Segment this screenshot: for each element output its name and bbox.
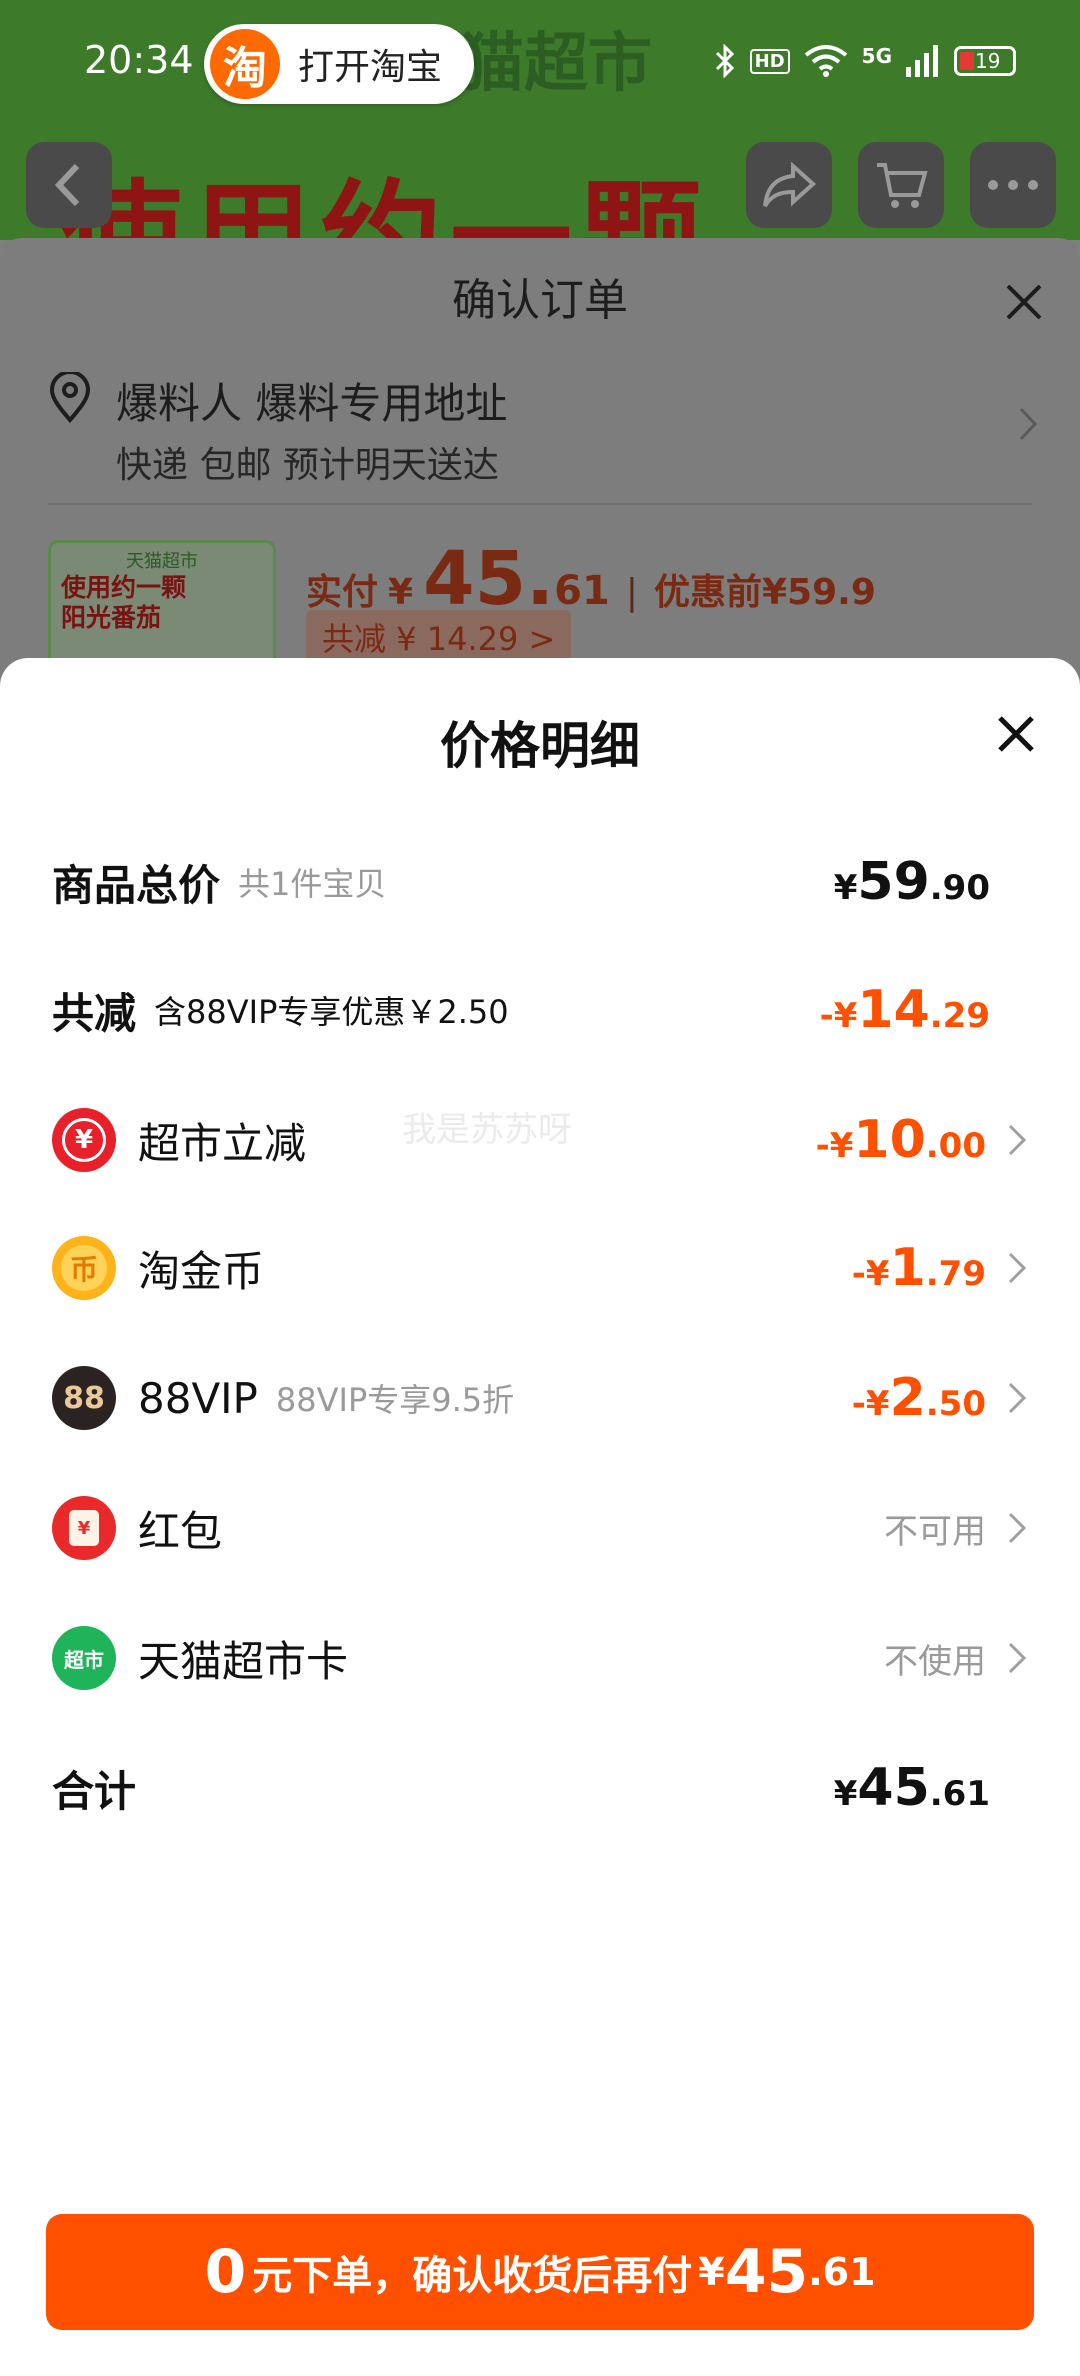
discount-tag[interactable]: 共减 ¥ 14.29 > — [306, 610, 572, 664]
battery-icon: 19 — [954, 46, 1016, 76]
row-red-packet[interactable]: ¥ 红包 不可用 — [52, 1488, 1028, 1568]
tmall-card-icon: 超市 — [52, 1626, 116, 1690]
cta-int: 45 — [724, 2237, 809, 2307]
row-tmall-card[interactable]: 超市 天猫超市卡 不使用 — [52, 1618, 1028, 1698]
confirm-order-sheet: 确认订单 爆料人 爆料专用地址 快递 包邮 预计明天送达 天猫超市 使用约一颗 … — [0, 238, 1080, 716]
row-label: 88VIP — [138, 1373, 258, 1423]
row-label: 商品总价 — [52, 860, 221, 910]
thumb-line-2: 阳光番茄 — [61, 603, 162, 632]
chevron-right-icon — [1008, 1124, 1027, 1156]
amount: ¥45.61 — [833, 1758, 990, 1818]
row-goods-total: 商品总价 共1件宝贝 ¥59.90 — [52, 842, 1028, 922]
battery-level: 19 — [975, 49, 1001, 73]
amount: -¥ 14.29 — [819, 980, 990, 1040]
price-detail-sheet: 价格明细 商品总价 共1件宝贝 ¥59.90 共减 含88VIP专享优惠￥2.5… — [0, 658, 1080, 2376]
open-taobao-label: 打开淘宝 — [298, 47, 443, 88]
signal-icon — [906, 45, 938, 77]
amount: -¥ 10.00 — [815, 1110, 986, 1170]
supermarket-discount-icon: ¥ — [52, 1108, 116, 1172]
red-packet-icon: ¥ — [52, 1496, 116, 1560]
chevron-right-icon — [1008, 1512, 1027, 1544]
pay-label: 实付 — [306, 572, 379, 613]
share-icon — [763, 162, 816, 208]
confirm-close-button[interactable] — [1004, 256, 1044, 336]
amount: -¥ 1.79 — [851, 1238, 986, 1298]
sheet-title: 价格明细 — [440, 717, 640, 775]
open-taobao-button[interactable]: 淘 打开淘宝 — [204, 24, 474, 104]
orig-amount: ¥59.9 — [762, 572, 876, 613]
row-sub: 共1件宝贝 — [238, 865, 387, 903]
status-time: 20:34 — [84, 38, 194, 82]
cta-text: 元下单，确认收货后再付 — [252, 2253, 693, 2299]
hd-badge: HD — [749, 48, 790, 74]
row-label: 合计 — [52, 1766, 137, 1816]
taobao-coin-icon: 币 — [52, 1236, 116, 1300]
cta-currency: ¥ — [698, 2250, 725, 2294]
cta-dec: .61 — [808, 2250, 876, 2294]
cart-button[interactable] — [858, 142, 944, 228]
thumb-line-1: 使用约一颗 — [61, 573, 187, 602]
taobao-logo-icon: 淘 — [210, 29, 280, 99]
delivery-info: 快递 包邮 预计明天送达 — [116, 445, 499, 486]
pay-amount-dec: 61 — [554, 568, 610, 614]
vip88-icon: 88 — [52, 1366, 116, 1430]
row-total-discount: 共减 含88VIP专享优惠￥2.50 -¥ 14.29 — [52, 970, 1028, 1050]
more-dots-icon — [988, 180, 1038, 190]
chevron-right-icon — [1008, 1382, 1027, 1414]
row-label: 共减 — [52, 988, 137, 1038]
address-name[interactable]: 爆料人 爆料专用地址 — [116, 370, 507, 431]
row-grand-total: 合计 ¥45.61 — [52, 1748, 1028, 1828]
amount: ¥59.90 — [833, 852, 990, 912]
pay-separator: | — [625, 572, 638, 613]
chevron-right-icon — [1008, 1642, 1027, 1674]
bluetooth-icon — [715, 44, 734, 78]
row-sub: 含88VIP专享优惠￥2.50 — [154, 993, 509, 1031]
address-chevron-icon — [1019, 407, 1038, 441]
share-button[interactable] — [746, 142, 832, 228]
watermark: 我是苏苏呀 — [402, 1110, 572, 1150]
status-text: 不使用 — [884, 1641, 986, 1682]
row-label: 淘金币 — [138, 1246, 265, 1296]
row-taobao-coin[interactable]: 币 淘金币 -¥ 1.79 — [52, 1228, 1028, 1308]
status-text: 不可用 — [884, 1511, 986, 1552]
back-arrow-icon — [54, 163, 80, 207]
row-sub: 88VIP专享9.5折 — [275, 1381, 515, 1419]
wifi-icon — [804, 45, 847, 77]
network-type: 5G — [861, 44, 892, 68]
row-88vip[interactable]: 88 88VIP 88VIP专享9.5折 -¥ 2.50 — [52, 1358, 1028, 1438]
confirm-order-title: 确认订单 — [452, 275, 628, 326]
pay-currency: ¥ — [388, 572, 414, 613]
close-icon — [1006, 284, 1042, 320]
row-label: 天猫超市卡 — [138, 1636, 349, 1686]
close-icon — [998, 716, 1034, 752]
divider — [48, 503, 1032, 505]
amount: -¥ 2.50 — [851, 1368, 986, 1428]
chevron-right-icon — [1008, 1252, 1027, 1284]
back-button[interactable] — [26, 142, 112, 228]
status-indicators: HD 5G 19 — [714, 44, 1016, 78]
cta-zero: 0 — [204, 2237, 247, 2307]
sheet-close-button[interactable] — [990, 708, 1042, 760]
orig-label: 优惠前 — [653, 572, 762, 613]
place-order-button[interactable]: 0 元下单，确认收货后再付 ¥ 45 .61 — [46, 2214, 1034, 2330]
more-button[interactable] — [970, 142, 1056, 228]
cart-icon — [877, 163, 928, 208]
location-pin-icon — [49, 372, 91, 424]
row-label: 超市立减 — [138, 1118, 307, 1168]
thumb-store-label: 天猫超市 — [126, 551, 198, 572]
product-banner-text: 使用约一颗 — [60, 168, 710, 240]
status-bar: 20:34 淘 打开淘宝 HD 5G 19 — [0, 0, 1080, 128]
row-label: 红包 — [138, 1506, 223, 1556]
